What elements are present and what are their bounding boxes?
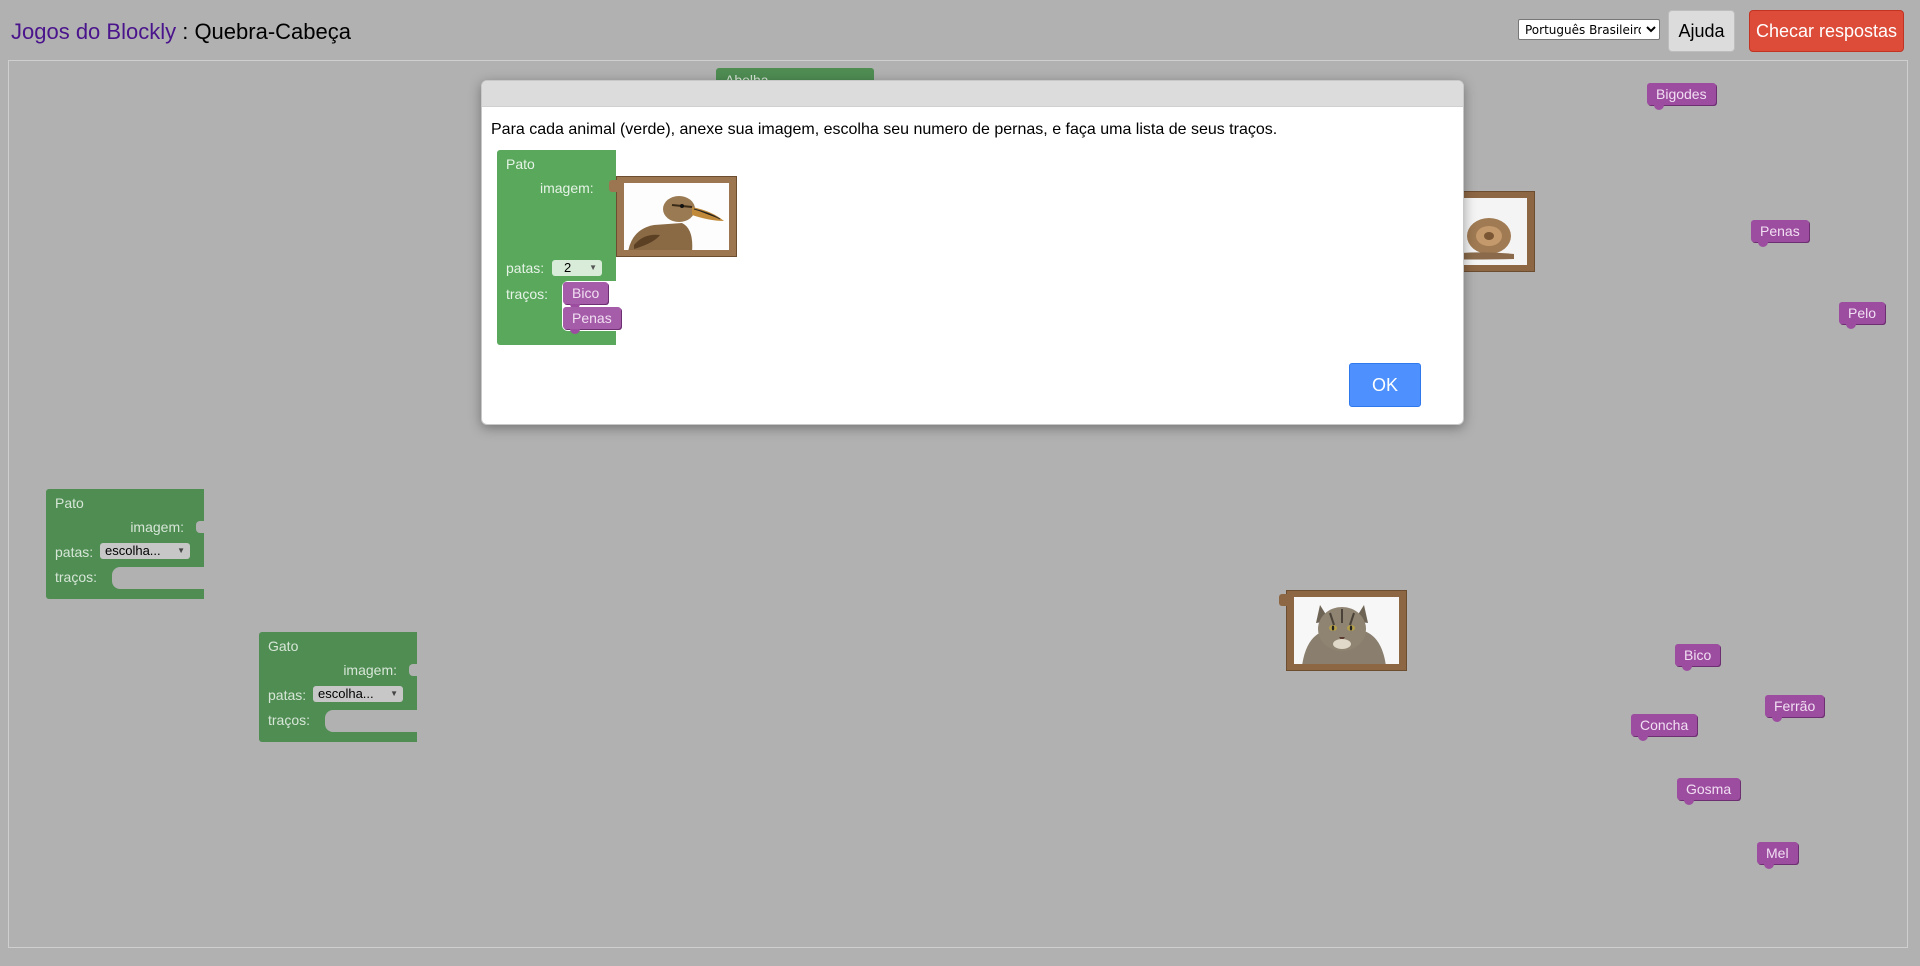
- trait-block-penas[interactable]: Penas: [1751, 220, 1809, 247]
- trait-block-ferrao[interactable]: Ferrão: [1765, 695, 1825, 722]
- image-input-slot[interactable]: [196, 521, 204, 533]
- legs-dropdown[interactable]: escolha... ▼: [100, 543, 190, 559]
- cat-image: [1294, 597, 1399, 664]
- picture-connector: [1279, 594, 1287, 606]
- legs-label: patas:: [506, 260, 545, 276]
- dropdown-arrow-icon: ▼: [177, 546, 185, 555]
- language-select[interactable]: Português Brasileiro: [1518, 19, 1660, 40]
- cat-picture-block[interactable]: [1279, 590, 1407, 671]
- check-answers-button[interactable]: Checar respostas: [1749, 10, 1904, 52]
- traits-input-slot[interactable]: [112, 567, 204, 589]
- trait-block-bico[interactable]: Bico: [1675, 644, 1721, 671]
- traits-label: traços:: [55, 569, 98, 585]
- legs-dropdown[interactable]: escolha... ▼: [313, 686, 403, 702]
- help-button[interactable]: Ajuda: [1668, 10, 1735, 52]
- trait-block-mel[interactable]: Mel: [1757, 842, 1798, 869]
- traits-input-slot[interactable]: [325, 710, 417, 732]
- example-duck-picture: [609, 176, 737, 257]
- duck-image: [624, 183, 729, 250]
- traits-label: traços:: [506, 286, 549, 302]
- traits-label: traços:: [268, 712, 311, 728]
- trait-block-gosma[interactable]: Gosma: [1677, 778, 1741, 805]
- trait-block-concha[interactable]: Concha: [1631, 714, 1698, 741]
- page-title: Jogos do Blockly : Quebra-Cabeça: [11, 19, 351, 45]
- legs-dropdown-value: escolha...: [105, 543, 161, 558]
- image-label: imagem:: [343, 662, 397, 678]
- legs-dropdown: 2 ▼: [552, 260, 602, 276]
- legs-label: patas:: [268, 687, 307, 703]
- example-trait-bico: Bico: [563, 282, 609, 309]
- example-trait-penas: Penas: [563, 307, 621, 334]
- dialog-instruction: Para cada animal (verde), anexe sua imag…: [491, 121, 1278, 138]
- animal-name-label: Pato: [506, 156, 535, 172]
- legs-dropdown-value: escolha...: [318, 686, 374, 701]
- animal-name-label: Pato: [55, 495, 84, 511]
- legs-label: patas:: [55, 544, 94, 560]
- animal-name-label: Gato: [268, 638, 299, 654]
- trait-block-pelo[interactable]: Pelo: [1839, 302, 1886, 329]
- puzzle-title: Quebra-Cabeça: [194, 19, 351, 44]
- legs-dropdown-value: 2: [564, 260, 572, 275]
- dropdown-arrow-icon: ▼: [589, 263, 597, 272]
- title-separator: :: [176, 19, 195, 44]
- image-label: imagem:: [130, 519, 184, 535]
- animal-block-gato[interactable]: Gato imagem: patas: escolha... ▼ traços:: [259, 632, 417, 742]
- dialog-titlebar[interactable]: [482, 81, 1463, 107]
- header: Jogos do Blockly : Quebra-Cabeça Portugu…: [0, 0, 1920, 60]
- help-dialog: Para cada animal (verde), anexe sua imag…: [481, 80, 1464, 425]
- dropdown-arrow-icon: ▼: [390, 689, 398, 698]
- animal-block-pato[interactable]: Pato imagem: patas: escolha... ▼ traços:: [46, 489, 204, 599]
- image-label: imagem:: [540, 180, 594, 196]
- image-input-slot[interactable]: [409, 664, 417, 676]
- picture-connector: [609, 180, 617, 192]
- ok-button[interactable]: OK: [1349, 363, 1421, 407]
- app-home-link[interactable]: Jogos do Blockly: [11, 19, 176, 44]
- trait-block-bigodes[interactable]: Bigodes: [1647, 83, 1716, 110]
